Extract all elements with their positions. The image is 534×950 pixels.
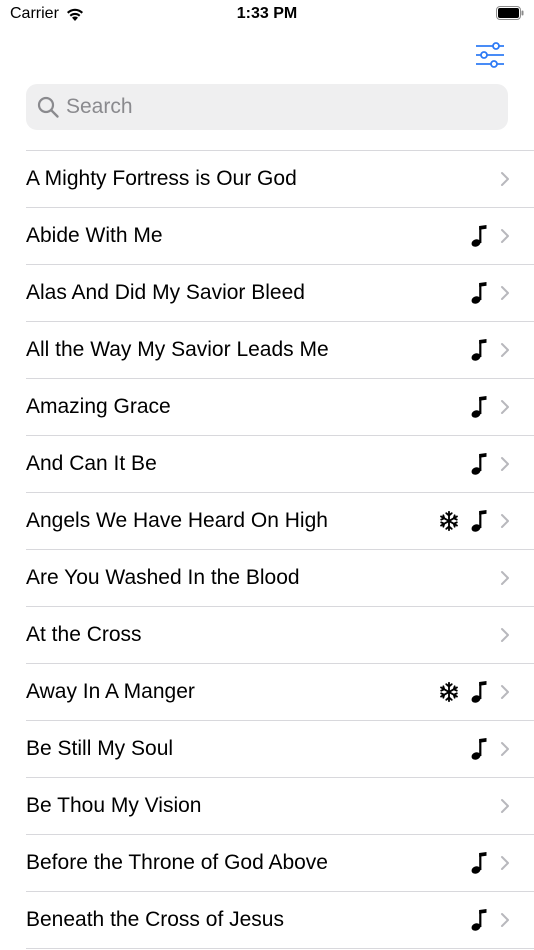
status-bar: Carrier 1:33 PM [0, 0, 534, 30]
chevron-right-icon [501, 457, 509, 471]
hymn-title: At the Cross [26, 623, 142, 646]
chevron-right-icon [501, 343, 509, 357]
music-note-icon [471, 453, 487, 475]
row-icons [470, 892, 510, 948]
hymn-row[interactable]: Angels We Have Heard On High [26, 493, 534, 550]
hymn-row[interactable]: Away In A Manger [26, 664, 534, 721]
row-icons [470, 835, 510, 891]
row-icons [500, 607, 510, 663]
hymn-title: Be Still My Soul [26, 737, 174, 760]
hymn-title: Are You Washed In the Blood [26, 566, 300, 589]
hymn-row[interactable]: Abide With Me [26, 208, 534, 265]
hymn-row[interactable]: Beneath the Cross of Jesus [26, 892, 534, 949]
hymn-title: Be Thou My Vision [26, 794, 202, 817]
hymn-title: Amazing Grace [26, 395, 171, 418]
battery-icon [496, 6, 524, 20]
search-bar[interactable] [26, 84, 508, 130]
music-note-icon [471, 738, 487, 760]
row-icons [470, 208, 510, 264]
snowflake-icon [440, 681, 458, 703]
chevron-right-icon [501, 913, 509, 927]
row-icons [470, 379, 510, 435]
row-icons [470, 322, 510, 378]
row-icons [500, 778, 510, 834]
chevron-right-icon [501, 286, 509, 300]
music-note-icon [471, 510, 487, 532]
hymn-title: All the Way My Savior Leads Me [26, 338, 329, 361]
row-icons [438, 493, 510, 549]
hymn-row[interactable]: At the Cross [26, 607, 534, 664]
hymn-row[interactable]: All the Way My Savior Leads Me [26, 322, 534, 379]
chevron-right-icon [501, 172, 509, 186]
row-icons [470, 265, 510, 321]
search-icon [37, 96, 59, 118]
hymn-title: Alas And Did My Savior Bleed [26, 281, 305, 304]
hymn-row[interactable]: Be Still My Soul [26, 721, 534, 778]
chevron-right-icon [501, 400, 509, 414]
row-icons [470, 436, 510, 492]
music-note-icon [471, 852, 487, 874]
filter-sliders-icon[interactable] [474, 40, 506, 70]
hymn-title: Before the Throne of God Above [26, 851, 328, 874]
app-screen: Carrier 1:33 PM Search A Mighty Fortress… [0, 0, 534, 950]
chevron-right-icon [501, 514, 509, 528]
row-icons [438, 664, 510, 720]
music-note-icon [471, 282, 487, 304]
music-note-icon [471, 225, 487, 247]
hymn-row[interactable]: A Mighty Fortress is Our God [26, 151, 534, 208]
hymn-row[interactable]: Be Thou My Vision [26, 778, 534, 835]
row-icons [470, 721, 510, 777]
chevron-right-icon [501, 685, 509, 699]
hymn-title: Beneath the Cross of Jesus [26, 908, 284, 931]
hymn-row[interactable]: Amazing Grace [26, 379, 534, 436]
chevron-right-icon [501, 628, 509, 642]
chevron-right-icon [501, 742, 509, 756]
hymn-row[interactable]: Alas And Did My Savior Bleed [26, 265, 534, 322]
chevron-right-icon [501, 856, 509, 870]
row-icons [500, 151, 510, 207]
row-icons [500, 550, 510, 606]
chevron-right-icon [501, 229, 509, 243]
chevron-right-icon [501, 799, 509, 813]
music-note-icon [471, 681, 487, 703]
hymn-row[interactable]: Are You Washed In the Blood [26, 550, 534, 607]
status-time: 1:33 PM [236, 5, 298, 22]
search-input[interactable] [66, 95, 486, 119]
hymn-list: A Mighty Fortress is Our God Abide With … [26, 150, 534, 949]
hymn-row[interactable]: Before the Throne of God Above [26, 835, 534, 892]
hymn-row[interactable]: And Can It Be [26, 436, 534, 493]
chevron-right-icon [501, 571, 509, 585]
hymn-title: Abide With Me [26, 224, 163, 247]
hymn-title: And Can It Be [26, 452, 157, 475]
hymn-title: A Mighty Fortress is Our God [26, 167, 297, 190]
music-note-icon [471, 339, 487, 361]
snowflake-icon [440, 510, 458, 532]
music-note-icon [471, 396, 487, 418]
music-note-icon [471, 909, 487, 931]
